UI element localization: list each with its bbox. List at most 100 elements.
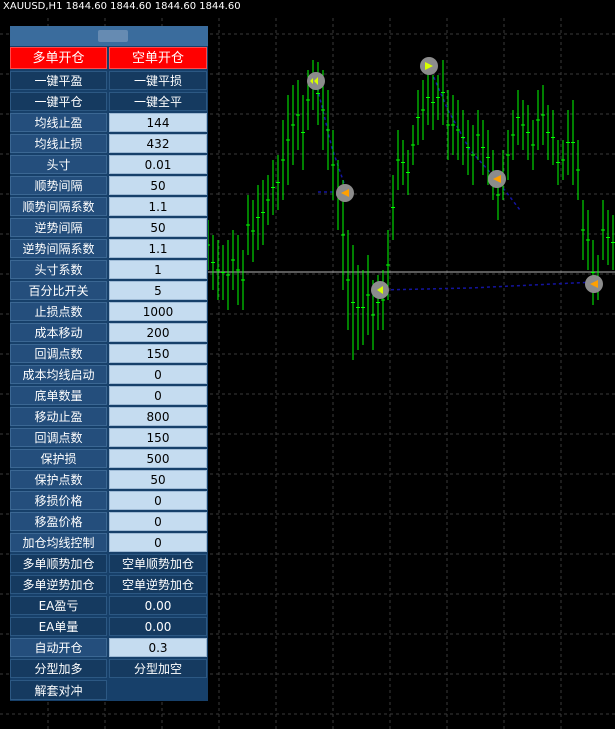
param-row: 移动止盈 800: [10, 406, 208, 427]
param-label: 逆势间隔: [10, 218, 107, 237]
param-input[interactable]: 0: [109, 386, 207, 405]
param-label: 移动止盈: [10, 407, 107, 426]
param-row: 底单数量 0: [10, 385, 208, 406]
split-buy-button[interactable]: 分型加多: [10, 659, 107, 678]
split-sell-button[interactable]: 分型加空: [109, 659, 207, 678]
param-label: 顺势间隔系数: [10, 197, 107, 216]
param-input[interactable]: 0: [109, 365, 207, 384]
symbol-timeframe: XAUUSD,H1: [3, 1, 63, 12]
add-short-button[interactable]: 空单逆势加仓: [109, 575, 207, 594]
buy-arrow-icon[interactable]: [307, 72, 325, 90]
ohlc-quotes: 1844.60 1844.60 1844.60 1844.60: [65, 1, 241, 12]
action-button-left[interactable]: 一键平仓: [10, 92, 107, 111]
stat-row: EA盈亏 0.00: [10, 595, 208, 616]
param-input[interactable]: 1.1: [109, 197, 207, 216]
param-input[interactable]: 50: [109, 218, 207, 237]
ea-control-panel: 多单开仓 空单开仓 一键平盈 一键平损 一键平仓 一键全平 均线止盈 144 均线止损 43…: [10, 26, 208, 701]
param-label: 保护损: [10, 449, 107, 468]
add-long-button[interactable]: 多单顺势加仓: [10, 554, 107, 573]
param-label: 加仓均线控制: [10, 533, 107, 552]
panel-title-blurred: [98, 30, 128, 42]
param-input[interactable]: 1000: [109, 302, 207, 321]
param-label: 止损点数: [10, 302, 107, 321]
param-label: 底单数量: [10, 386, 107, 405]
auto-open-label: 自动开仓: [10, 638, 107, 657]
param-input[interactable]: 500: [109, 449, 207, 468]
param-label: 均线止盈: [10, 113, 107, 132]
param-row: 均线止损 432: [10, 133, 208, 154]
param-row: 加仓均线控制 0: [10, 532, 208, 553]
add-position-row: 多单顺势加仓 空单顺势加仓: [10, 553, 208, 574]
param-input[interactable]: 800: [109, 407, 207, 426]
auto-open-row: 自动开仓 0.3: [10, 637, 208, 658]
add-short-button[interactable]: 空单顺势加仓: [109, 554, 207, 573]
param-label: 回调点数: [10, 428, 107, 447]
param-label: 百分比开关: [10, 281, 107, 300]
add-long-button[interactable]: 多单逆势加仓: [10, 575, 107, 594]
param-row: 头寸 0.01: [10, 154, 208, 175]
param-row: 回调点数 150: [10, 343, 208, 364]
sell-arrow-icon[interactable]: [336, 184, 354, 202]
panel-drag-bar[interactable]: [10, 26, 208, 46]
param-input[interactable]: 1: [109, 260, 207, 279]
param-row: 逆势间隔 50: [10, 217, 208, 238]
trade-markers[interactable]: [307, 57, 603, 299]
param-label: 移损价格: [10, 491, 107, 510]
param-row: 顺势间隔 50: [10, 175, 208, 196]
unlock-hedge-button[interactable]: 解套对冲: [10, 680, 107, 700]
param-input[interactable]: 5: [109, 281, 207, 300]
stat-row: EA单量 0.00: [10, 616, 208, 637]
buy-open-button[interactable]: 多单开仓: [10, 47, 107, 69]
param-input[interactable]: 50: [109, 176, 207, 195]
param-input[interactable]: 0: [109, 533, 207, 552]
action-button-right[interactable]: 一键平损: [109, 71, 207, 90]
action-button-right[interactable]: 一键全平: [109, 92, 207, 111]
param-input[interactable]: 150: [109, 344, 207, 363]
trade-connection-line: [315, 81, 348, 193]
param-label: 均线止损: [10, 134, 107, 153]
buy-arrow-icon[interactable]: [420, 57, 438, 75]
param-input[interactable]: 0: [109, 491, 207, 510]
param-row: 逆势间隔系数 1.1: [10, 238, 208, 259]
param-row: 百分比开关 5: [10, 280, 208, 301]
auto-open-field[interactable]: 0.3: [109, 638, 207, 657]
sell-open-button[interactable]: 空单开仓: [109, 47, 207, 69]
param-input[interactable]: 200: [109, 323, 207, 342]
param-row: 止损点数 1000: [10, 301, 208, 322]
unlock-row: 解套对冲: [10, 679, 208, 701]
param-row: 成本移动 200: [10, 322, 208, 343]
param-label: 成本移动: [10, 323, 107, 342]
action-row: 一键平仓 一键全平: [10, 91, 208, 112]
action-button-left[interactable]: 一键平盈: [10, 71, 107, 90]
param-label: 回调点数: [10, 344, 107, 363]
param-row: 头寸系数 1: [10, 259, 208, 280]
param-label: 保护点数: [10, 470, 107, 489]
stat-value: 0.00: [109, 617, 207, 636]
param-label: 逆势间隔系数: [10, 239, 107, 258]
open-order-row: 多单开仓 空单开仓: [10, 46, 208, 70]
param-row: 保护损 500: [10, 448, 208, 469]
param-label: 头寸: [10, 155, 107, 174]
param-input[interactable]: 150: [109, 428, 207, 447]
param-row: 移盈价格 0: [10, 511, 208, 532]
param-row: 回调点数 150: [10, 427, 208, 448]
stat-label: EA单量: [10, 617, 107, 636]
sell-arrow-icon[interactable]: [585, 275, 603, 293]
param-label: 成本均线启动: [10, 365, 107, 384]
param-row: 保护点数 50: [10, 469, 208, 490]
param-label: 移盈价格: [10, 512, 107, 531]
param-input[interactable]: 0.01: [109, 155, 207, 174]
stat-value: 0.00: [109, 596, 207, 615]
param-input[interactable]: 1.1: [109, 239, 207, 258]
param-input[interactable]: 0: [109, 512, 207, 531]
param-input[interactable]: 50: [109, 470, 207, 489]
param-input[interactable]: 144: [109, 113, 207, 132]
param-row: 均线止盈 144: [10, 112, 208, 133]
stat-label: EA盈亏: [10, 596, 107, 615]
sell-arrow-icon[interactable]: [488, 170, 506, 188]
param-input[interactable]: 432: [109, 134, 207, 153]
add-position-row: 多单逆势加仓 空单逆势加仓: [10, 574, 208, 595]
chart-title: XAUUSD,H1 1844.60 1844.60 1844.60 1844.6…: [3, 1, 241, 12]
close-arrow-icon[interactable]: [371, 281, 389, 299]
param-label: 顺势间隔: [10, 176, 107, 195]
